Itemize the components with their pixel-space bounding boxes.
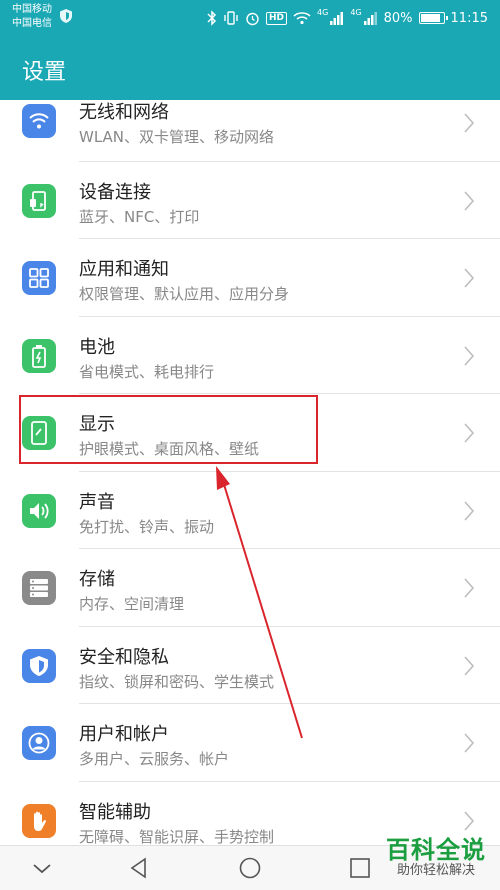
hand-icon [22,803,56,838]
status-icons: HD 4G 4G 80% 11:15 [207,8,488,28]
network-type-2: 4G [350,8,362,17]
user-icon [22,726,56,760]
settings-item-title: 设备连接 [79,181,151,203]
chevron-right-icon [464,655,475,676]
recents-icon[interactable] [348,856,372,880]
alarm-icon [246,12,259,25]
settings-item-battery[interactable]: 电池 省电模式、耗电排行 [0,317,500,394]
apps-icon [22,261,56,295]
settings-item-title: 无线和网络 [79,102,169,123]
back-icon[interactable] [127,856,151,880]
settings-item-users-accounts[interactable]: 用户和帐户 多用户、云服务、帐户 [0,704,500,782]
settings-item-title: 存储 [79,569,115,590]
watermark-title: 百科全说 [386,836,486,864]
shield-status-icon [60,9,72,23]
settings-item-subtitle: 无障碍、智能识屏、手势控制 [79,827,275,846]
settings-item-subtitle: 权限管理、默认应用、应用分身 [79,285,290,303]
settings-item-title: 电池 [79,336,115,358]
settings-item-title: 安全和隐私 [79,646,169,668]
device-connection-icon [22,183,56,218]
chevron-right-icon [464,810,475,831]
carrier-1: 中国移动 [12,4,52,15]
battery-icon [22,338,56,373]
watermark-subtitle: 助你轻松解决 [396,863,475,878]
chevron-right-icon [464,268,475,288]
vibrate-icon [224,11,238,25]
signal-1-icon [330,11,344,25]
chevron-right-icon [464,113,475,133]
settings-item-title: 智能辅助 [79,801,151,823]
app-bar: 设置 [0,36,500,100]
settings-item-wireless[interactable]: 无线和网络 WLAN、双卡管理、移动网络 [0,100,500,162]
carrier-2: 中国电信 [12,18,52,29]
settings-item-subtitle: 内存、空间清理 [79,595,185,613]
battery-status-icon [418,12,448,24]
settings-item-title: 声音 [79,491,115,513]
chevron-right-icon [464,190,475,211]
highlight-box [19,395,318,464]
wifi-status-icon [293,12,311,25]
settings-item-sound[interactable]: 声音 免打扰、铃声、振动 [0,472,500,549]
settings-item-security-privacy[interactable]: 安全和隐私 指纹、锁屏和密码、学生模式 [0,627,500,704]
signal-2-icon [363,11,377,25]
sound-icon [22,493,56,528]
settings-item-device-connection[interactable]: 设备连接 蓝牙、NFC、打印 [0,162,500,239]
settings-item-apps-notifications[interactable]: 应用和通知 权限管理、默认应用、应用分身 [0,239,500,317]
network-type-1: 4G [317,8,329,17]
watermark-logo: 百科全说 助你轻松解决 [386,837,486,879]
settings-list[interactable]: 无线和网络 WLAN、双卡管理、移动网络 设备连接 蓝牙、NFC、打印 应用和通… [0,100,500,845]
status-bar: 中国移动 中国电信 HD 4G 4G 80% 11:15 [0,0,500,36]
settings-item-title: 用户和帐户 [79,724,169,745]
wifi-icon [22,104,56,138]
security-shield-icon [22,648,56,683]
settings-item-subtitle: 免打扰、铃声、振动 [79,517,215,536]
chevron-right-icon [464,500,475,521]
chevron-right-icon [464,733,475,753]
settings-item-subtitle: 省电模式、耗电排行 [79,362,215,381]
chevron-right-icon [464,423,475,443]
chevron-right-icon [464,578,475,598]
clock: 11:15 [450,10,488,26]
home-icon[interactable] [238,856,262,880]
carrier-info: 中国移动 中国电信 [12,3,52,31]
hd-badge: HD [266,11,288,25]
page-title: 设置 [22,60,67,85]
settings-item-storage[interactable]: 存储 内存、空间清理 [0,549,500,627]
bluetooth-icon [207,10,217,26]
storage-icon [22,571,56,605]
settings-item-subtitle: WLAN、双卡管理、移动网络 [79,128,275,146]
settings-item-subtitle: 多用户、云服务、帐户 [79,750,230,768]
battery-percent: 80% [383,10,413,26]
settings-item-subtitle: 指纹、锁屏和密码、学生模式 [79,672,275,691]
collapse-down-icon[interactable] [30,856,54,880]
settings-item-subtitle: 蓝牙、NFC、打印 [79,207,200,226]
chevron-right-icon [464,345,475,366]
settings-item-title: 应用和通知 [79,259,169,280]
